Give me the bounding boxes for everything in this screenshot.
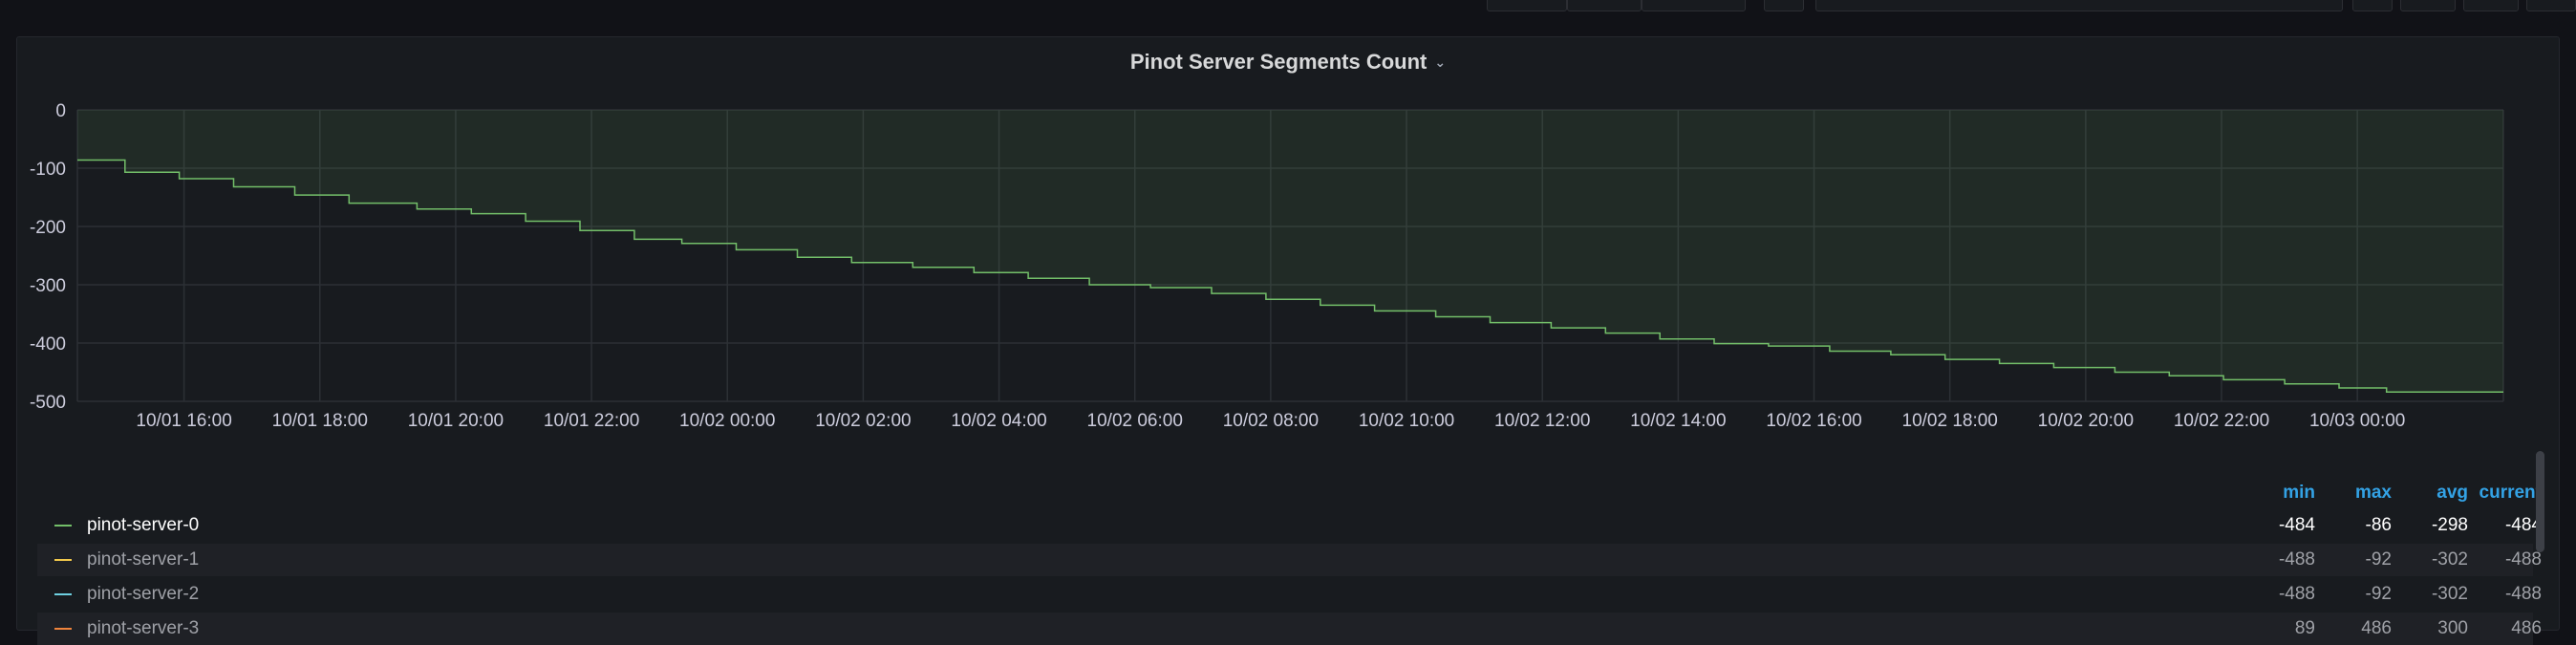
legend-value-min: -488: [2278, 549, 2315, 570]
legend-value-current: -488: [2504, 584, 2542, 604]
x-axis: 10/01 16:00 10/01 18:00 10/01 20:00 10/01 2…: [136, 411, 2405, 431]
legend-row[interactable]: pinot-server-3 89 486 300 486: [37, 613, 2542, 645]
legend-value-current: 486: [2511, 618, 2542, 638]
x-tick-label: 10/01 20:00: [408, 411, 504, 431]
legend-value-min: -484: [2278, 515, 2315, 535]
chart-area[interactable]: 0-100-200-300-400-500 10/01 16:00 10/01 1…: [17, 37, 2561, 458]
series-name[interactable]: pinot-server-2: [87, 584, 199, 605]
refresh-button[interactable]: [2400, 0, 2456, 11]
legend-row[interactable]: pinot-server-2 -488 -92 -302 -488: [37, 578, 2542, 611]
series-color-icon[interactable]: [54, 525, 72, 527]
y-tick-label: -400: [30, 334, 66, 355]
x-tick-label: 10/03 00:00: [2309, 411, 2405, 431]
refresh-interval-button[interactable]: [2463, 0, 2519, 11]
series-name[interactable]: pinot-server-0: [87, 515, 199, 536]
chart-fill: [77, 110, 2503, 393]
x-tick-label: 10/01 18:00: [272, 411, 368, 431]
y-tick-label: -300: [30, 276, 66, 296]
legend-header-min[interactable]: min: [2229, 483, 2315, 504]
x-tick-label: 10/02 20:00: [2038, 411, 2134, 431]
toolbar-button[interactable]: [1487, 0, 1567, 11]
toolbar-button[interactable]: [1764, 0, 1804, 11]
legend-value-max: -86: [2365, 515, 2392, 535]
legend-value-min: 89: [2294, 618, 2315, 638]
x-tick-label: 10/01 22:00: [544, 411, 639, 431]
series-name[interactable]: pinot-server-1: [87, 549, 199, 570]
series-color-icon[interactable]: [54, 593, 72, 595]
legend-row[interactable]: pinot-server-0 -484 -86 -298 -484: [37, 509, 2542, 542]
x-tick-label: 10/02 02:00: [815, 411, 911, 431]
x-tick-label: 10/02 08:00: [1223, 411, 1319, 431]
legend-value-max: -92: [2365, 549, 2392, 570]
toolbar-button[interactable]: [1567, 0, 1642, 11]
y-tick-label: -200: [30, 218, 66, 238]
series-color-icon[interactable]: [54, 559, 72, 561]
x-tick-label: 10/02 12:00: [1494, 411, 1590, 431]
zoom-out-button[interactable]: [2352, 0, 2393, 11]
series-area-fill: [77, 110, 2503, 393]
legend-scrollbar[interactable]: [2536, 451, 2544, 552]
series-color-icon[interactable]: [54, 628, 72, 630]
time-range-picker[interactable]: [1815, 0, 2343, 11]
legend-value-current: -488: [2504, 549, 2542, 570]
x-tick-label: 10/02 06:00: [1087, 411, 1183, 431]
legend-value-max: 486: [2361, 618, 2392, 638]
x-tick-label: 10/02 16:00: [1766, 411, 1861, 431]
y-tick-label: -100: [30, 160, 66, 180]
x-tick-label: 10/02 22:00: [2174, 411, 2269, 431]
y-tick-label: 0: [55, 101, 66, 121]
x-tick-label: 10/02 14:00: [1630, 411, 1726, 431]
x-tick-label: 10/02 04:00: [951, 411, 1046, 431]
series-name[interactable]: pinot-server-3: [87, 618, 199, 639]
x-tick-label: 10/01 16:00: [136, 411, 231, 431]
graph-panel: Pinot Server Segments Count ⌄ 0 -100 -200-…: [16, 36, 2561, 645]
y-axis: 0 -100 -200 -300 -400 -500: [30, 101, 66, 413]
x-tick-label: 10/02 10:00: [1359, 411, 1454, 431]
legend-row[interactable]: pinot-server-1 -488 -92 -302 -488: [37, 544, 2542, 576]
x-tick-label: 10/02 00:00: [679, 411, 775, 431]
legend-header-max[interactable]: max: [2306, 483, 2392, 504]
legend-header-current[interactable]: current: [2456, 483, 2542, 504]
legend-value-current: -484: [2504, 515, 2542, 535]
legend-value-min: -488: [2278, 584, 2315, 604]
y-tick-label: -500: [30, 393, 66, 413]
top-toolbar: [0, 0, 2576, 13]
legend-value-max: -92: [2365, 584, 2392, 604]
x-tick-label: 10/02 18:00: [1902, 411, 1998, 431]
view-mode-button[interactable]: [2526, 0, 2576, 11]
toolbar-button[interactable]: [1642, 0, 1746, 11]
